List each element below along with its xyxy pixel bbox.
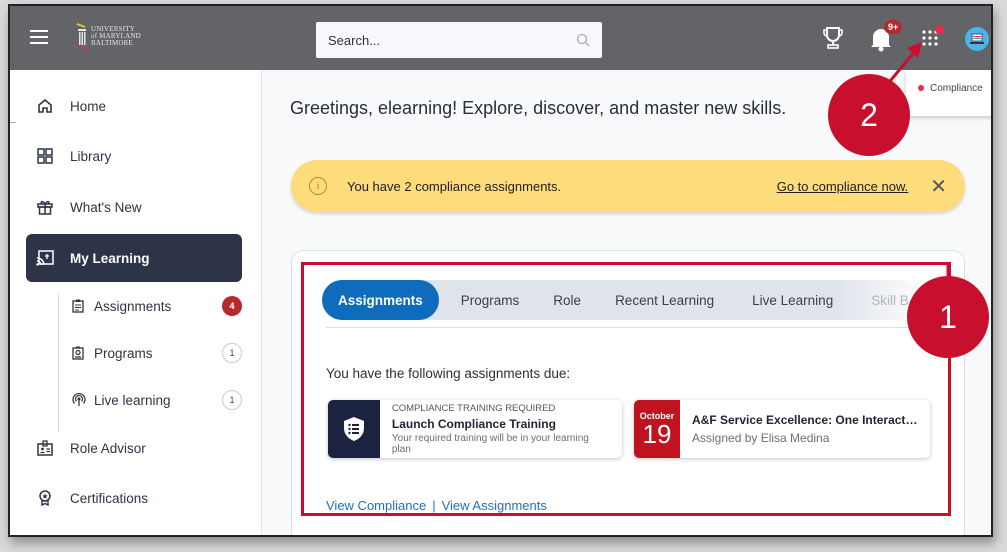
gift-icon: [36, 198, 54, 216]
search-input[interactable]: [328, 32, 576, 48]
search-icon[interactable]: [576, 33, 590, 47]
trophy-icon[interactable]: [822, 26, 844, 50]
sidebar-subitem-programs[interactable]: Programs 1: [72, 338, 242, 368]
sidebar-subitem-label: Programs: [94, 345, 153, 361]
broadcast-icon: [72, 393, 86, 407]
logo-line-3: BALTIMORE: [91, 38, 133, 47]
sidebar-item-my-learning[interactable]: My Learning: [26, 234, 242, 282]
sidebar-item-label: What's New: [70, 199, 142, 215]
program-icon: [72, 346, 86, 360]
callout-1: 1: [907, 276, 989, 358]
my-learning-icon: [36, 249, 54, 267]
sidebar-item-label: Home: [70, 98, 107, 114]
count-badge: 4: [222, 296, 242, 316]
count-badge: 1: [222, 343, 242, 363]
top-bar: UNIVERSITY of MARYLAND BALTIMORE 9+: [10, 6, 991, 70]
submenu-divider: [58, 294, 59, 432]
close-icon[interactable]: ✕: [930, 174, 947, 199]
sidebar-subitem-live-learning[interactable]: Live learning 1: [72, 385, 242, 415]
sidebar-subitem-assignments[interactable]: Assignments 4: [72, 291, 242, 321]
search-box: [316, 22, 602, 58]
library-icon: [36, 147, 54, 165]
sidebar-item-certifications[interactable]: Certifications: [26, 474, 242, 522]
sidebar-item-label: Library: [70, 148, 112, 164]
home-icon: [36, 97, 54, 115]
sidebar-item-label: My Learning: [70, 250, 150, 266]
clipboard-icon: [72, 299, 86, 313]
menu-icon[interactable]: [30, 30, 48, 44]
laptop-icon: [970, 33, 984, 44]
highlight-box: [301, 262, 951, 516]
logo-pillar-icon: [76, 23, 88, 50]
count-badge: 1: [222, 390, 242, 410]
sidebar-subitem-label: Assignments: [94, 298, 172, 314]
compliance-dot: [918, 85, 924, 91]
divider: [10, 122, 16, 123]
notification-badge: 9+: [884, 20, 903, 34]
banner-message: You have 2 compliance assignments.: [347, 178, 562, 194]
sidebar-item-role-advisor[interactable]: Role Advisor: [26, 424, 242, 472]
sidebar-item-home[interactable]: Home: [26, 82, 242, 130]
compliance-menu-popup[interactable]: Compliance: [906, 70, 991, 116]
sidebar-item-whats-new[interactable]: What's New: [26, 183, 242, 231]
compliance-menu-item[interactable]: Compliance: [930, 83, 983, 94]
info-icon: i: [309, 177, 327, 195]
sidebar-item-label: Certifications: [70, 490, 149, 506]
sidebar-item-label: Role Advisor: [70, 440, 146, 456]
certificate-icon: [36, 489, 54, 507]
avatar[interactable]: [965, 27, 989, 51]
callout-2: 2: [828, 74, 910, 156]
greeting-text: Greetings, elearning! Explore, discover,…: [290, 98, 787, 118]
university-logo[interactable]: UNIVERSITY of MARYLAND BALTIMORE: [76, 22, 141, 50]
go-to-compliance-link[interactable]: Go to compliance now.: [777, 179, 909, 194]
sidebar-subitem-label: Live learning: [94, 392, 171, 408]
apps-alert-dot: [935, 25, 944, 34]
compliance-banner: i You have 2 compliance assignments. Go …: [291, 160, 965, 212]
id-badge-icon: [36, 439, 54, 457]
app-window: UNIVERSITY of MARYLAND BALTIMORE 9+: [8, 4, 993, 537]
sidebar-item-library[interactable]: Library: [26, 132, 242, 180]
